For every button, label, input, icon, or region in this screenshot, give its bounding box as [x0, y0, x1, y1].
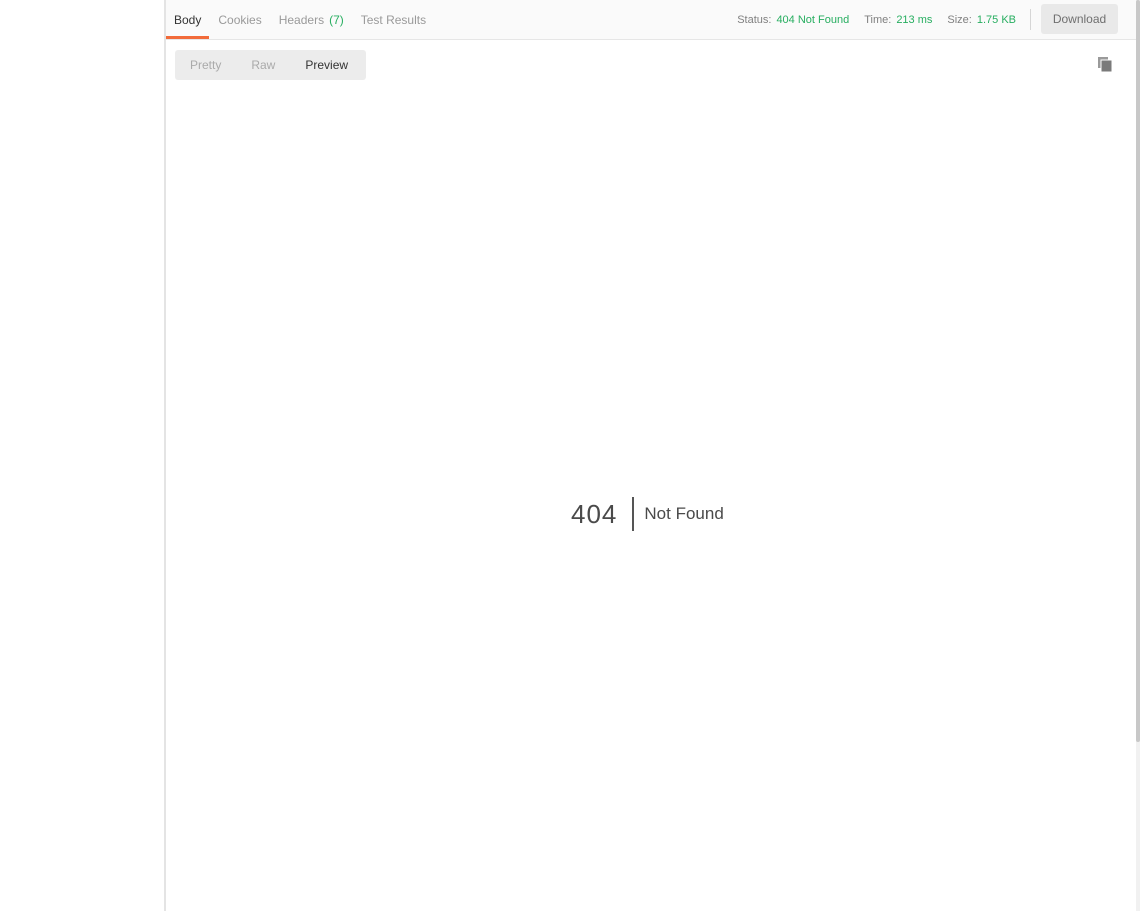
status-info: Status: 404 Not Found — [737, 14, 849, 26]
response-toolbar: Body Cookies Headers (7) Test Results St… — [166, 0, 1136, 40]
tab-body[interactable]: Body — [166, 0, 210, 39]
tab-headers-label: Headers — [278, 12, 325, 27]
tab-headers[interactable]: Headers (7) — [271, 0, 352, 39]
tab-cookies[interactable]: Cookies — [210, 0, 269, 39]
app-window: Body Cookies Headers (7) Test Results St… — [0, 0, 1140, 911]
scrollbar-thumb[interactable] — [1136, 0, 1140, 742]
status-value[interactable]: 404 Not Found — [776, 14, 849, 26]
size-label: Size: — [947, 13, 972, 26]
response-panel: Body Cookies Headers (7) Test Results St… — [166, 0, 1136, 911]
tab-test-results-label: Test Results — [360, 12, 427, 27]
response-tabs: Body Cookies Headers (7) Test Results — [166, 0, 435, 39]
toolbar-divider — [1030, 9, 1031, 30]
view-mode-selector: Pretty Raw Preview — [175, 50, 366, 80]
size-info: Size: 1.75 KB — [947, 14, 1016, 26]
time-value[interactable]: 213 ms — [896, 14, 932, 26]
scrollbar[interactable] — [1136, 0, 1140, 911]
copy-icon[interactable] — [1098, 57, 1113, 73]
tab-test-results[interactable]: Test Results — [353, 0, 434, 39]
error-text: Not Found — [644, 504, 724, 523]
error-code: 404 — [571, 498, 618, 529]
headers-count: (7) — [329, 12, 344, 27]
mode-pretty[interactable]: Pretty — [175, 50, 236, 80]
response-meta: Status: 404 Not Found Time: 213 ms Size: 1.… — [722, 0, 1016, 39]
time-label: Time: — [864, 13, 892, 26]
time-info: Time: 213 ms — [864, 14, 932, 26]
request-panel — [0, 0, 166, 911]
mode-raw[interactable]: Raw — [236, 50, 290, 80]
tab-body-label: Body — [174, 12, 202, 27]
status-label: Status: — [737, 13, 772, 26]
size-value[interactable]: 1.75 KB — [977, 14, 1016, 26]
error-message-block: 404 Not Found — [571, 497, 724, 531]
mode-preview[interactable]: Preview — [290, 50, 363, 80]
tab-cookies-label: Cookies — [218, 12, 262, 27]
download-button[interactable]: Download — [1041, 4, 1118, 34]
